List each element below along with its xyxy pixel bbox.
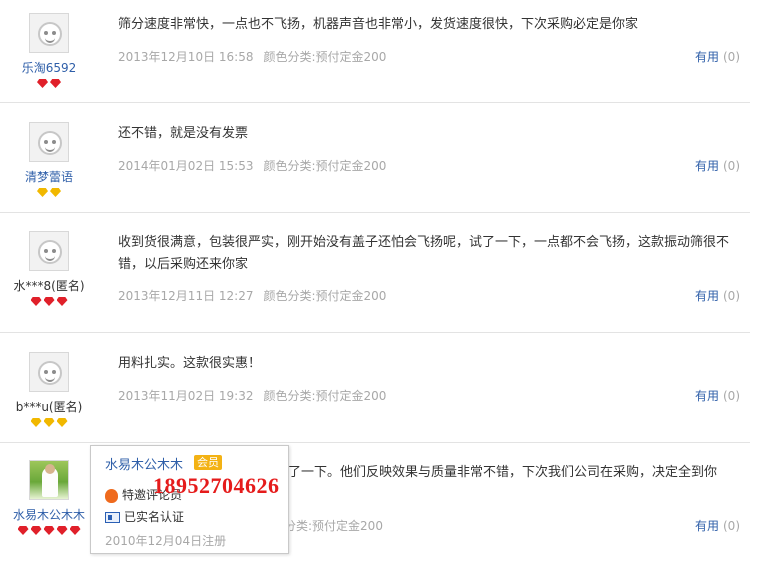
review-date: 2013年11月02日 19:32 [118,389,254,403]
popup-user-name[interactable]: 水易木公木木 [105,454,183,473]
review-text: 用料扎实。这款很实惠！ [118,356,262,371]
review-text: 筛分速度非常快，一点也不飞扬，机器声音也非常小，发货速度很快，下次采购必定是你家 [118,17,639,32]
id-card-icon [105,512,120,523]
diamond-icon [43,526,55,535]
review-meta: 2013年11月02日 19:32 颜色分类:预付定金200 [118,387,386,404]
helpful-button[interactable]: 有用 [695,519,719,533]
review-meta: 2014年01月02日 15:53 颜色分类:预付定金200 [118,157,386,174]
review-text: 收到货很满意，包装很严实，刚开始没有盖子还怕会飞扬呢，试了一下，一点都不会飞扬，… [118,235,730,272]
diamond-icon [56,297,68,306]
gold-diamond-icon [50,188,61,197]
helpful-vote: 有用 (0) [695,48,740,65]
review-spec: 颜色分类:预付定金200 [263,289,387,303]
diamond-icon [43,297,55,306]
review-meta: 2013年12月10日 16:58 颜色分类:预付定金200 [118,48,386,65]
avatar[interactable] [29,122,69,162]
review-spec: 分类:预付定金200 [284,519,383,533]
user-info-popup: 水易木公木木 会员 特邀评论员 已实名认证 2010年12月04日注册 [90,445,289,554]
avatar[interactable] [29,231,69,271]
gold-diamond-icon [37,188,48,197]
reviewer-info: 水易木公木木 [0,460,98,536]
avatar[interactable] [29,352,69,392]
review-date: 2013年12月10日 16:58 [118,50,254,64]
helpful-button[interactable]: 有用 [695,159,719,173]
gold-diamond-icon [56,418,68,427]
helpful-count: (0) [723,50,740,64]
helpful-vote: 有用 (0) [695,287,740,304]
review-spec: 颜色分类:预付定金200 [263,159,387,173]
fire-icon [105,488,118,503]
diamond-icon [30,526,42,535]
review-meta: 2013年12月11日 12:27 颜色分类:预付定金200 [118,287,386,304]
review-item: 乐淘6592 筛分速度非常快，一点也不飞扬，机器声音也非常小，发货速度很快，下次… [0,0,750,103]
review-date: 2013年12月11日 12:27 [118,289,254,303]
diamond-icon [69,526,81,535]
member-badge: 会员 [194,455,222,470]
review-item: 水***8(匿名) 收到货很满意，包装很严实，刚开始没有盖子还怕会飞扬呢，试了一… [0,213,750,333]
reviewer-name[interactable]: 清梦蕾语 [0,168,98,185]
reviewer-rank-badges [0,526,98,536]
reviewer-info: 清梦蕾语 [0,122,98,198]
reviewer-name: b***u(匿名) [15,400,83,414]
helpful-count: (0) [723,519,740,533]
helpful-button[interactable]: 有用 [695,389,719,403]
verified-label: 已实名认证 [124,510,185,524]
review-date: 2014年01月02日 15:53 [118,159,254,173]
avatar[interactable] [29,13,69,53]
diamond-icon [30,297,42,306]
review-spec: 颜色分类:预付定金200 [263,50,387,64]
helpful-vote: 有用 (0) [695,387,740,404]
reviewer-rank-badges [0,297,98,307]
registration-date: 2010年12月04日注册 [105,534,227,548]
helpful-count: (0) [723,389,740,403]
reviewer-rank-badges [0,418,98,428]
helpful-count: (0) [723,289,740,303]
diamond-icon [50,79,61,88]
phone-number-overlay: 18952704626 [153,473,280,498]
helpful-button[interactable]: 有用 [695,289,719,303]
helpful-button[interactable]: 有用 [695,50,719,64]
review-item: b***u(匿名) 用料扎实。这款很实惠！ 2013年11月02日 19:32 颜… [0,333,750,443]
reviewer-info: 水***8(匿名) [0,231,98,307]
reviewer-name: 水***8(匿名) [13,279,85,293]
reviewer-info: 乐淘6592 [0,13,98,89]
diamond-icon [56,526,68,535]
review-spec: 颜色分类:预付定金200 [263,389,387,403]
reviewer-info: b***u(匿名) [0,352,98,428]
verified-row: 已实名认证 [105,508,184,525]
reviewer-name[interactable]: 水易木公木木 [0,506,98,523]
avatar[interactable] [29,460,69,500]
reviewer-rank-badges [0,79,98,89]
review-meta: 分类:预付定金200 [284,517,383,534]
helpful-vote: 有用 (0) [695,157,740,174]
review-text: 了一下。他们反映效果与质量非常不错，下次我们公司在采购，决定全到你 [288,465,718,480]
gold-diamond-icon [43,418,55,427]
helpful-vote: 有用 (0) [695,517,740,534]
reviewer-rank-badges [0,188,98,198]
review-text: 还不错，就是没有发票 [118,126,249,141]
diamond-icon [17,526,29,535]
reviewer-name[interactable]: 乐淘6592 [0,59,98,76]
diamond-icon [37,79,48,88]
review-item: 清梦蕾语 还不错，就是没有发票 2014年01月02日 15:53 颜色分类:预付… [0,103,750,213]
gold-diamond-icon [30,418,42,427]
helpful-count: (0) [723,159,740,173]
